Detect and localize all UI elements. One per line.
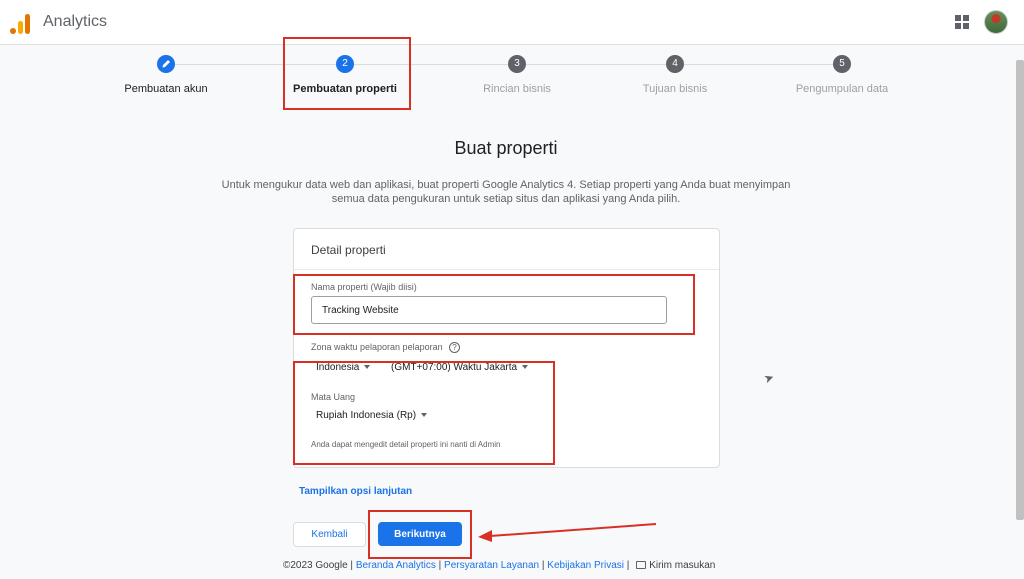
pencil-icon (157, 55, 175, 73)
footer-separator: | (541, 560, 545, 571)
footer-separator: | (438, 560, 442, 571)
step-number: 3 (508, 55, 526, 73)
page-description: Untuk mengukur data web dan aplikasi, bu… (221, 179, 791, 205)
analytics-logo-icon (10, 12, 32, 34)
step-number: 4 (666, 55, 684, 73)
app-title: Analytics (43, 13, 108, 30)
step-label: Pembuatan akun (124, 83, 208, 95)
copyright: ©2023 Google (283, 560, 348, 571)
feedback-icon (636, 561, 647, 570)
timezone-label: Zona waktu pelaporan pelaporan (311, 342, 443, 352)
help-icon[interactable]: ? (449, 342, 460, 353)
footer-feedback[interactable]: Kirim masukan (649, 560, 715, 571)
card-title: Detail properti (294, 229, 719, 270)
footer-separator: | (626, 560, 630, 571)
annotation-arrow-icon (478, 523, 657, 542)
footer-link-terms[interactable]: Persyaratan Layanan (444, 560, 539, 571)
back-button[interactable]: Kembali (293, 522, 366, 547)
avatar[interactable] (984, 10, 1008, 34)
step-1[interactable]: Pembuatan akun (86, 55, 246, 95)
step-label: Tujuan bisnis (642, 83, 708, 95)
apps-grid-icon[interactable] (955, 15, 969, 29)
step-3[interactable]: 3 Rincian bisnis (437, 55, 597, 95)
setup-stepper: Pembuatan akun 2 Pembuatan properti 3 Ri… (0, 55, 1024, 100)
step-label: Rincian bisnis (483, 83, 551, 95)
highlight-box-settings (293, 361, 555, 465)
highlight-box-step (283, 37, 411, 110)
highlight-box-name (293, 274, 695, 335)
footer-link-privacy[interactable]: Kebijakan Privasi (547, 560, 624, 571)
advanced-options-link[interactable]: Tampilkan opsi lanjutan (299, 486, 412, 497)
step-label: Pengumpulan data (795, 83, 889, 95)
mouse-cursor-icon: ➤ (761, 369, 777, 387)
footer-separator: | (350, 560, 354, 571)
page-title: Buat properti (454, 138, 558, 158)
step-4[interactable]: 4 Tujuan bisnis (595, 55, 755, 95)
footer-link-home[interactable]: Beranda Analytics (356, 560, 436, 571)
top-bar: Analytics (0, 0, 1024, 45)
footer: ©2023 Google | Beranda Analytics | Persy… (283, 560, 715, 571)
scrollbar[interactable] (1016, 60, 1024, 520)
step-number: 5 (833, 55, 851, 73)
step-5[interactable]: 5 Pengumpulan data (762, 55, 922, 95)
highlight-box-next (368, 510, 472, 559)
